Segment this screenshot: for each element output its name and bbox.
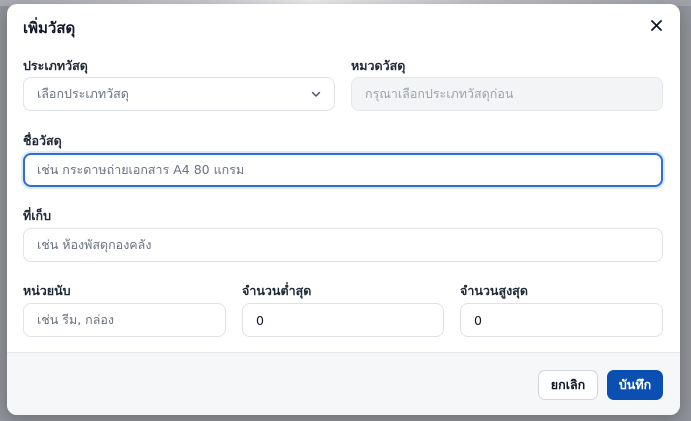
material-type-label: ประเภทวัสดุ [23,58,88,73]
add-material-dialog: เพิ่มวัสดุ ประเภทวัสดุ เลือกประเภทวัสดุ … [7,4,680,415]
save-button[interactable]: บันทึก [607,370,663,400]
cancel-button[interactable]: ยกเลิก [538,370,598,400]
material-type-placeholder: เลือกประเภทวัสดุ [37,86,129,101]
min-quantity-input[interactable]: 0 [242,303,444,337]
storage-location-placeholder: เช่น ห้องพัสดุกองคลัง [37,237,152,252]
close-icon [650,19,662,31]
dialog-title: เพิ่มวัสดุ [23,19,76,37]
storage-location-label: ที่เก็บ [23,208,52,223]
material-name-placeholder: เช่น กระดาษถ่ายเอกสาร A4 80 แกรม [37,162,245,177]
storage-location-input[interactable]: เช่น ห้องพัสดุกองคลัง [23,228,663,262]
material-category-label: หมวดวัสดุ [351,58,406,73]
chevron-down-icon [311,91,321,97]
material-name-label: ชื่อวัสดุ [23,133,62,148]
max-quantity-input[interactable]: 0 [460,303,663,337]
material-type-select[interactable]: เลือกประเภทวัสดุ [23,77,335,111]
min-quantity-label: จำนวนต่ำสุด [242,283,312,298]
max-quantity-label: จำนวนสูงสุด [460,283,528,298]
material-name-input[interactable]: เช่น กระดาษถ่ายเอกสาร A4 80 แกรม [23,153,663,187]
material-category-placeholder: กรุณาเลือกประเภทวัสดุก่อน [365,86,514,101]
unit-label: หน่วยนับ [23,283,71,298]
dialog-footer: ยกเลิก บันทึก [7,352,680,415]
max-quantity-value: 0 [474,312,482,328]
close-button[interactable] [646,15,666,35]
unit-input[interactable]: เช่น รีม, กล่อง [23,303,226,337]
unit-placeholder: เช่น รีม, กล่อง [37,312,115,327]
min-quantity-value: 0 [256,312,264,328]
material-category-select[interactable]: กรุณาเลือกประเภทวัสดุก่อน [351,77,663,111]
